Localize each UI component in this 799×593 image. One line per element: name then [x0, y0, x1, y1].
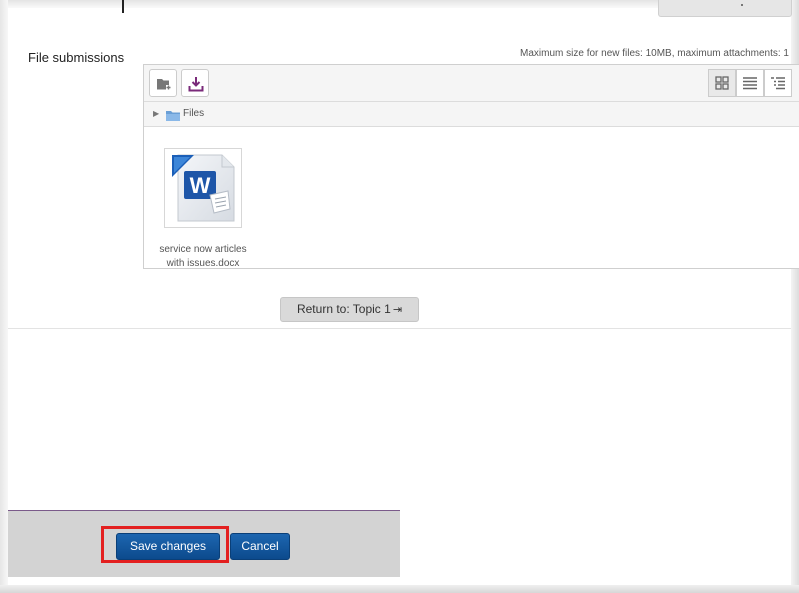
tree-view-icon [771, 77, 785, 90]
folder-icon [166, 111, 180, 121]
file-submissions-label: File submissions [28, 50, 125, 65]
file-picker: ▶ Files W service now articles with issu… [143, 64, 799, 269]
view-switcher [708, 69, 799, 97]
max-size-info: Maximum size for new files: 10MB, maximu… [520, 48, 789, 59]
tree-view-button[interactable] [764, 69, 792, 97]
svg-text:W: W [190, 173, 211, 198]
expand-arrow-icon[interactable]: ▶ [153, 109, 159, 118]
grid-view-icon [715, 76, 729, 90]
add-file-button[interactable] [149, 69, 177, 97]
word-document-icon: W [172, 154, 235, 222]
file-item-name[interactable]: service now articles with issues.docx [151, 243, 255, 268]
list-view-button[interactable] [736, 69, 764, 97]
sign-in-arrow-icon: ⇥ [392, 304, 403, 316]
file-path-bar: ▶ Files [144, 102, 799, 127]
return-to-topic-button[interactable]: Return to: Topic 1 ⇥ [280, 297, 419, 322]
grid-view-button[interactable] [708, 69, 736, 97]
file-item-thumbnail[interactable]: W [164, 148, 242, 228]
path-folder-label[interactable]: Files [183, 108, 204, 119]
download-icon [188, 77, 204, 92]
left-edge [0, 0, 8, 593]
file-picker-toolbar [144, 65, 799, 102]
window-frame: File submissions Maximum size for new fi… [0, 0, 799, 593]
return-to-topic-label: Return to: Topic 1 [296, 302, 391, 316]
add-folder-icon [157, 79, 171, 90]
cancel-button[interactable]: Cancel [230, 533, 290, 560]
bottom-shadow [0, 585, 799, 593]
section-divider [8, 328, 791, 329]
list-view-icon [743, 77, 757, 90]
cropped-top-button[interactable] [658, 0, 792, 17]
highlight-annotation [101, 526, 229, 563]
cropped-text-fragment [122, 0, 124, 13]
download-all-button[interactable] [181, 69, 209, 97]
